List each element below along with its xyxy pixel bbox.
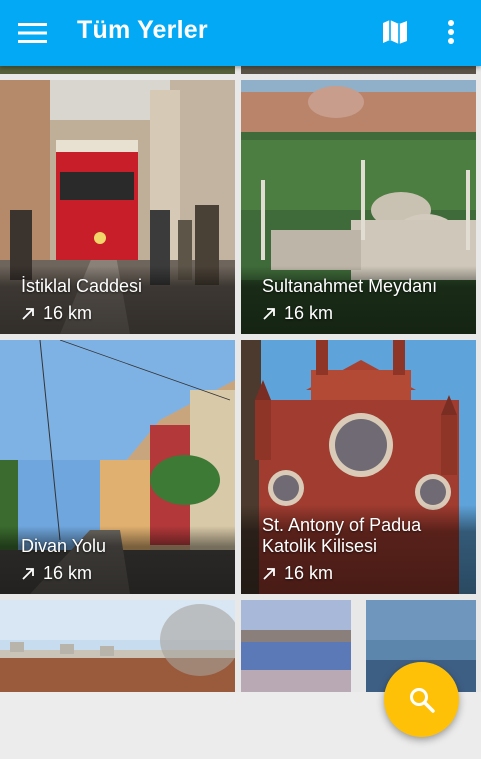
place-distance: 16 km: [21, 563, 219, 584]
places-grid[interactable]: İstiklal Caddesi 16 km Sultanahmet Meyda…: [0, 66, 481, 692]
place-name: St. Antony of Padua Katolik Kilisesi: [262, 515, 422, 556]
place-distance: 16 km: [262, 303, 460, 324]
place-distance: 16 km: [21, 303, 219, 324]
arrow-up-right-icon: [263, 307, 275, 320]
place-distance-value: 16 km: [43, 303, 93, 323]
place-caption: Divan Yolu 16 km: [0, 526, 235, 594]
place-distance-value: 16 km: [284, 303, 334, 323]
place-card-partial[interactable]: [0, 600, 235, 692]
app-bar: Tüm Yerler: [0, 0, 481, 66]
place-distance-value: 16 km: [284, 563, 334, 583]
place-card-partial[interactable]: [0, 66, 235, 74]
arrow-up-right-icon: [22, 567, 34, 580]
arrow-up-right-icon: [22, 307, 34, 320]
place-name: Sultanahmet Meydanı: [262, 276, 438, 296]
place-card-partial[interactable]: [241, 66, 476, 74]
page-title: Tüm Yerler: [77, 16, 208, 44]
place-card[interactable]: Divan Yolu 16 km: [0, 340, 235, 594]
map-icon[interactable]: [381, 18, 409, 46]
place-caption: İstiklal Caddesi 16 km: [0, 266, 235, 334]
place-name: İstiklal Caddesi: [21, 276, 143, 296]
place-card[interactable]: İstiklal Caddesi 16 km: [0, 80, 235, 334]
place-distance-value: 16 km: [43, 563, 93, 583]
place-card[interactable]: Sultanahmet Meydanı 16 km: [241, 80, 476, 334]
menu-icon[interactable]: [18, 19, 47, 47]
place-photo: [0, 600, 235, 692]
more-vert-icon[interactable]: [441, 18, 461, 46]
place-distance: 16 km: [262, 563, 460, 584]
place-card-partial[interactable]: [241, 600, 351, 692]
place-caption: Sultanahmet Meydanı 16 km: [241, 266, 476, 334]
place-photo: [241, 600, 351, 692]
search-button[interactable]: [384, 662, 459, 737]
search-icon: [410, 688, 435, 713]
place-card[interactable]: St. Antony of Padua Katolik Kilisesi 16 …: [241, 340, 476, 594]
arrow-up-right-icon: [263, 567, 275, 580]
place-name: Divan Yolu: [21, 536, 107, 556]
place-caption: St. Antony of Padua Katolik Kilisesi 16 …: [241, 505, 476, 594]
